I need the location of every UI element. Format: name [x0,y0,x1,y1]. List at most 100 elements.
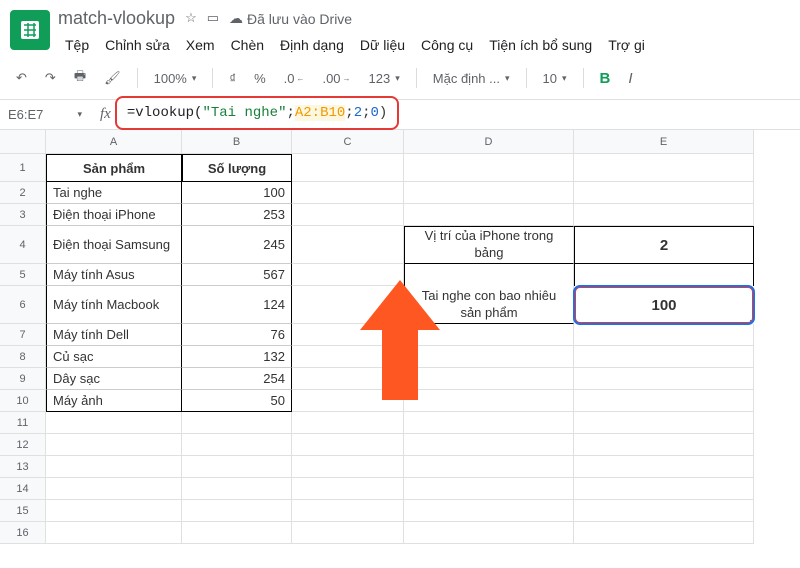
cell[interactable] [292,346,404,368]
cell[interactable] [292,434,404,456]
currency-button[interactable]: ₫ [223,67,242,90]
row-header[interactable]: 3 [0,204,46,226]
menu-tools[interactable]: Công cụ [414,33,480,57]
cell[interactable]: 253 [182,204,292,226]
cell[interactable]: Máy tính Macbook [46,286,182,324]
menu-format[interactable]: Định dạng [273,33,351,57]
cell[interactable] [574,456,754,478]
row-header[interactable]: 6 [0,286,46,324]
cell[interactable]: Máy ảnh [46,390,182,412]
col-header-D[interactable]: D [404,130,574,154]
cell[interactable]: 76 [182,324,292,346]
cell[interactable] [292,182,404,204]
col-header-E[interactable]: E [574,130,754,154]
cell[interactable]: Điện thoại iPhone [46,204,182,226]
percent-button[interactable]: % [248,67,272,90]
cell[interactable] [404,324,574,346]
cell[interactable] [404,368,574,390]
cell[interactable]: Điện thoại Samsung [46,226,182,264]
sheets-logo-icon[interactable] [10,10,50,50]
col-header-C[interactable]: C [292,130,404,154]
cell[interactable] [404,434,574,456]
cell[interactable] [46,522,182,544]
cell[interactable] [292,324,404,346]
cell[interactable] [574,412,754,434]
cell[interactable]: Củ sạc [46,346,182,368]
cell[interactable]: Tai nghe [46,182,182,204]
cell[interactable] [46,478,182,500]
cell[interactable]: 254 [182,368,292,390]
cell[interactable] [574,522,754,544]
cell[interactable]: Dây sạc [46,368,182,390]
cell[interactable]: 50 [182,390,292,412]
cell[interactable] [182,500,292,522]
cell[interactable] [46,456,182,478]
font-select[interactable]: Mặc định ... [427,67,516,90]
move-icon[interactable]: ▭ [207,10,219,27]
cell[interactable] [404,412,574,434]
formula-input[interactable]: =vlookup("Tai nghe";A2:B10;2;0) [115,96,400,130]
cell[interactable] [404,154,574,182]
cell[interactable] [404,182,574,204]
row-header[interactable]: 5 [0,264,46,286]
menu-addons[interactable]: Tiện ích bổ sung [482,33,599,57]
cell[interactable] [182,434,292,456]
cell[interactable] [574,434,754,456]
cell[interactable] [292,500,404,522]
cell[interactable]: 567 [182,264,292,286]
row-header[interactable]: 15 [0,500,46,522]
cell[interactable] [292,154,404,182]
row-header[interactable]: 16 [0,522,46,544]
number-format-select[interactable]: 123 [363,67,406,90]
bold-button[interactable]: B [594,66,617,91]
zoom-select[interactable]: 100% [148,67,203,90]
cell[interactable] [46,412,182,434]
selected-cell[interactable]: 100 [574,286,754,324]
cell[interactable] [404,390,574,412]
cell[interactable]: Máy tính Asus [46,264,182,286]
row-header[interactable]: 11 [0,412,46,434]
decimal-increase-button[interactable]: .00→ [316,67,356,90]
select-all-corner[interactable] [0,130,46,154]
spreadsheet-grid[interactable]: A B C D E 1 Sản phẩm Số lượng 2Tai nghe1… [0,130,800,544]
cell[interactable] [292,478,404,500]
col-header-B[interactable]: B [182,130,292,154]
col-header-A[interactable]: A [46,130,182,154]
redo-button[interactable]: ↷ [39,66,62,90]
cell[interactable] [404,478,574,500]
menu-data[interactable]: Dữ liệu [353,33,412,57]
cell[interactable] [182,522,292,544]
row-header[interactable]: 10 [0,390,46,412]
cell[interactable]: 132 [182,346,292,368]
cell[interactable]: 124 [182,286,292,324]
cell[interactable] [292,412,404,434]
row-header[interactable]: 1 [0,154,46,182]
cell[interactable] [292,368,404,390]
menu-view[interactable]: Xem [179,33,222,57]
cell[interactable]: Tai nghe con bao nhiêu sản phẩm [404,286,574,324]
cell[interactable] [292,456,404,478]
row-header[interactable]: 9 [0,368,46,390]
cell[interactable] [292,286,404,324]
star-icon[interactable]: ☆ [185,10,197,27]
cell[interactable]: Máy tính Dell [46,324,182,346]
cell[interactable] [574,478,754,500]
cell[interactable] [46,434,182,456]
cell[interactable] [574,390,754,412]
cell[interactable] [574,182,754,204]
menu-help[interactable]: Trợ gi [601,33,652,57]
menu-file[interactable]: Tệp [58,33,96,57]
menu-edit[interactable]: Chỉnh sửa [98,33,177,57]
italic-button[interactable]: I [622,66,638,91]
cell[interactable] [404,346,574,368]
menu-insert[interactable]: Chèn [224,33,271,57]
row-header[interactable]: 12 [0,434,46,456]
font-size-select[interactable]: 10 [537,67,573,90]
saved-status[interactable]: ☁Đã lưu vào Drive [229,10,352,27]
print-button[interactable]: 🖶 [68,63,92,93]
cell[interactable] [574,368,754,390]
cell[interactable] [292,390,404,412]
cell[interactable] [292,264,404,286]
decimal-decrease-button[interactable]: .0← [278,67,311,90]
row-header[interactable]: 2 [0,182,46,204]
